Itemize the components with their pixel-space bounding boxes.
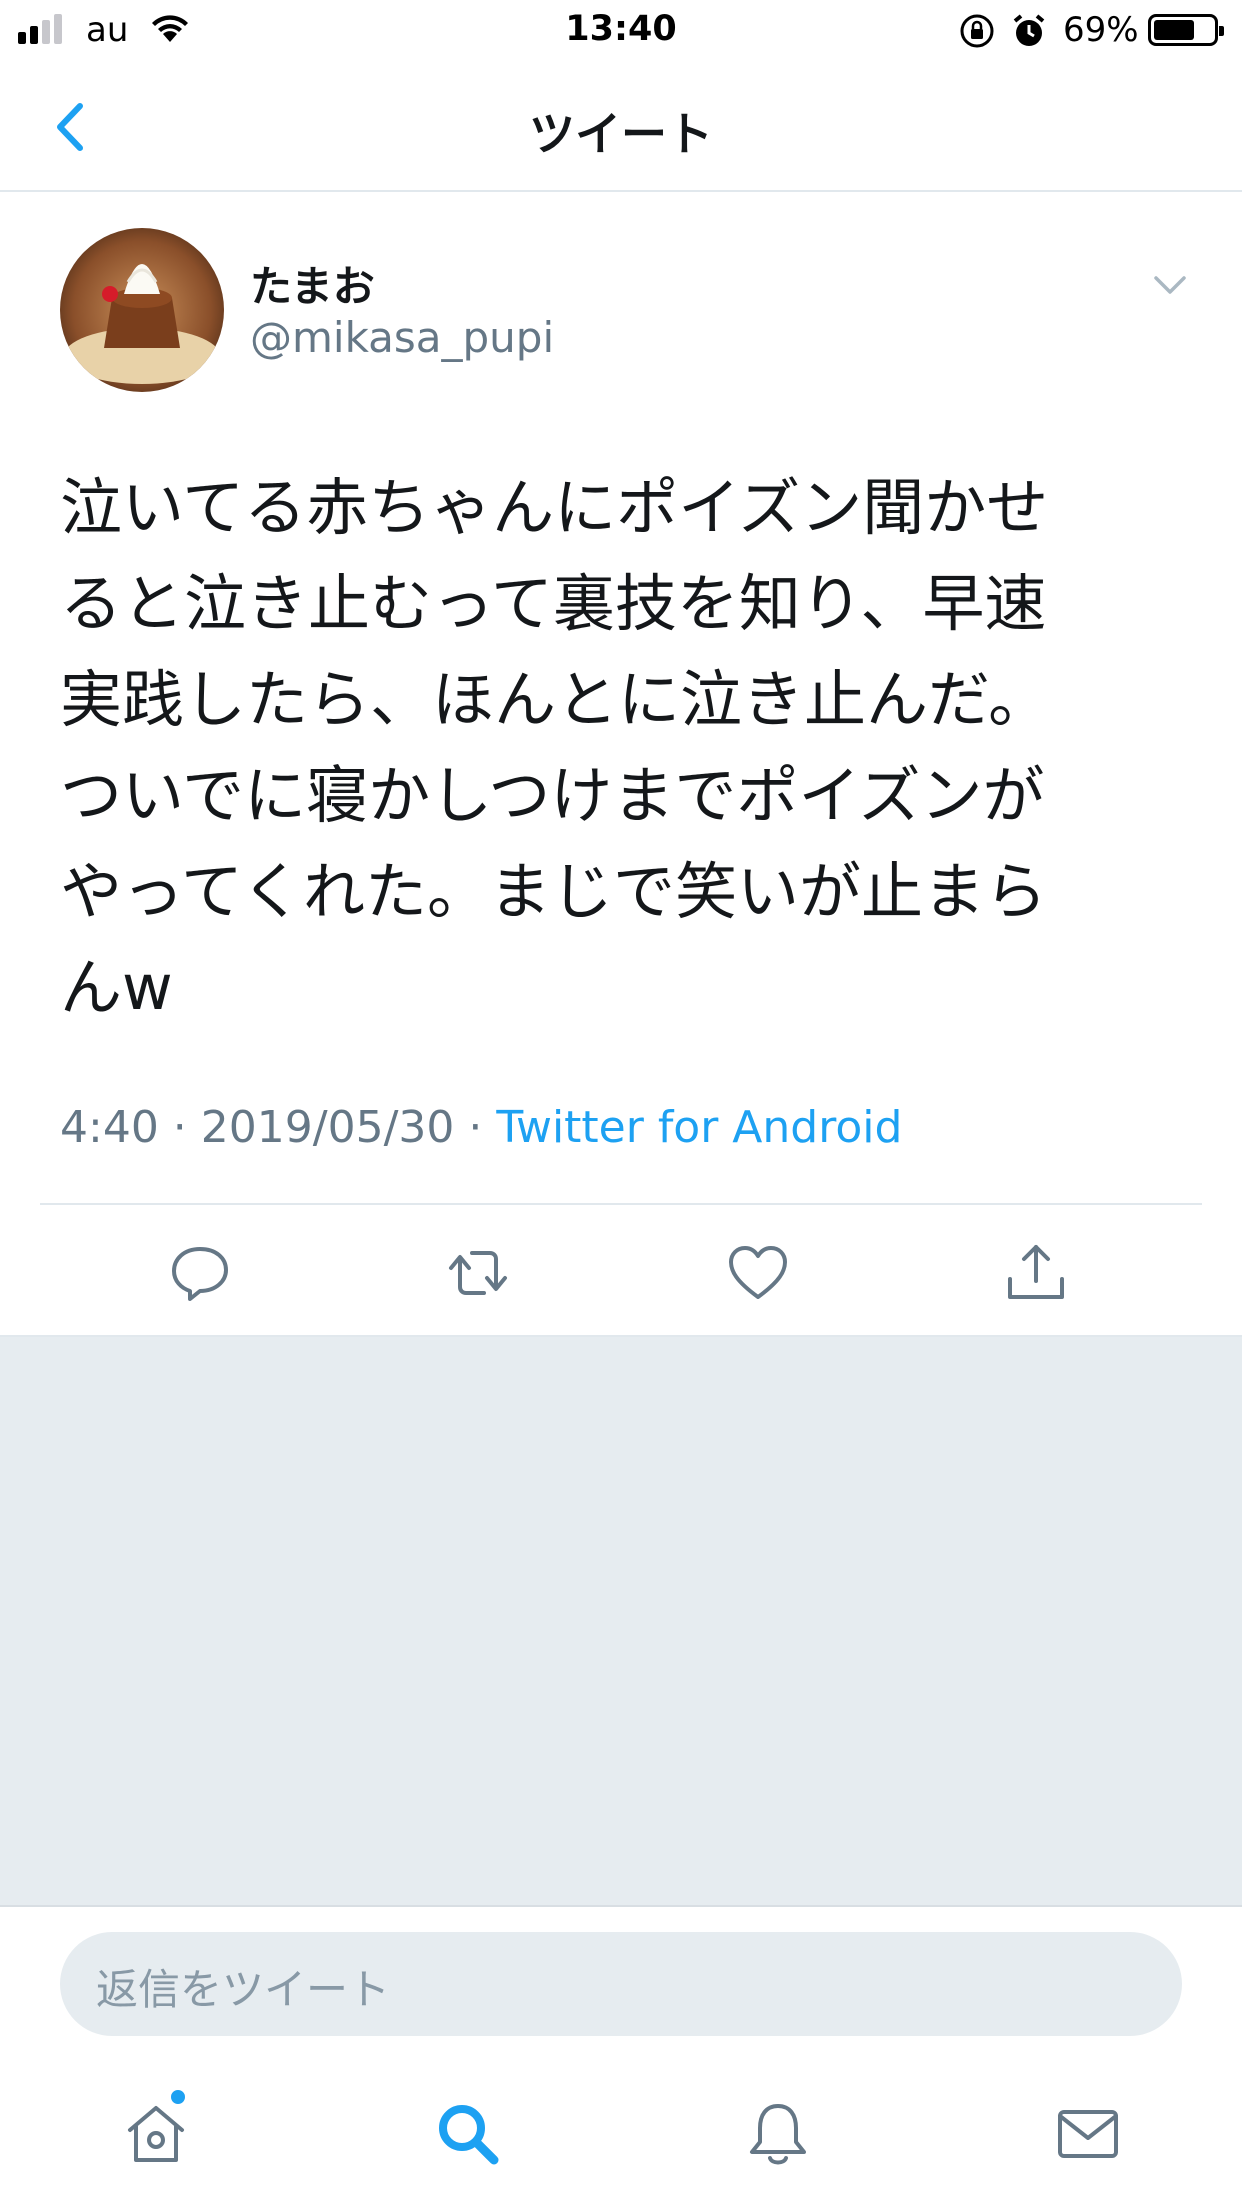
reply-input[interactable]: 返信をツイート <box>60 1932 1182 2036</box>
nav-header: ツイート <box>0 62 1242 192</box>
tab-bar <box>0 2062 1242 2208</box>
tweet-date: 2019/05/30 <box>200 1102 455 1153</box>
replies-empty-area <box>0 1335 1242 1907</box>
status-time: 13:40 <box>565 9 677 49</box>
avatar[interactable] <box>60 228 224 392</box>
notifications-icon[interactable] <box>742 2098 814 2170</box>
author-display-name[interactable]: たまお <box>250 253 375 314</box>
meta-separator: · <box>454 1102 497 1153</box>
share-icon[interactable] <box>1004 1241 1068 1305</box>
meta-separator: · <box>158 1102 201 1153</box>
messages-icon[interactable] <box>1052 2098 1124 2170</box>
home-badge-dot <box>168 2087 188 2107</box>
reply-placeholder: 返信をツイート <box>96 1965 391 2014</box>
tweet-time: 4:40 <box>60 1102 159 1153</box>
status-bar: au 13:40 69% <box>0 0 1242 62</box>
tweet-text: 泣いてる赤ちゃんにポイズン聞かせ ると泣き止むって裏技を知り、早速 実践したら、… <box>60 471 1051 1024</box>
page-title: ツイート <box>529 107 713 161</box>
battery-percent: 69% <box>1063 10 1139 50</box>
tweet-source-link[interactable]: Twitter for Android <box>496 1102 902 1153</box>
chevron-down-icon[interactable] <box>1150 270 1190 300</box>
tweet-actions <box>0 1205 1242 1335</box>
reply-icon[interactable] <box>168 1241 232 1305</box>
tweet-meta: 4:40 · 2019/05/30 · Twitter for Android <box>60 1102 902 1153</box>
author-handle[interactable]: @mikasa_pupi <box>250 313 554 362</box>
retweet-icon[interactable] <box>446 1241 510 1305</box>
alarm-icon <box>1013 14 1045 46</box>
battery-icon <box>1148 14 1224 46</box>
like-icon[interactable] <box>726 1241 790 1305</box>
search-icon[interactable] <box>432 2098 504 2170</box>
home-icon[interactable] <box>120 2098 192 2170</box>
rotation-lock-icon <box>960 14 994 48</box>
